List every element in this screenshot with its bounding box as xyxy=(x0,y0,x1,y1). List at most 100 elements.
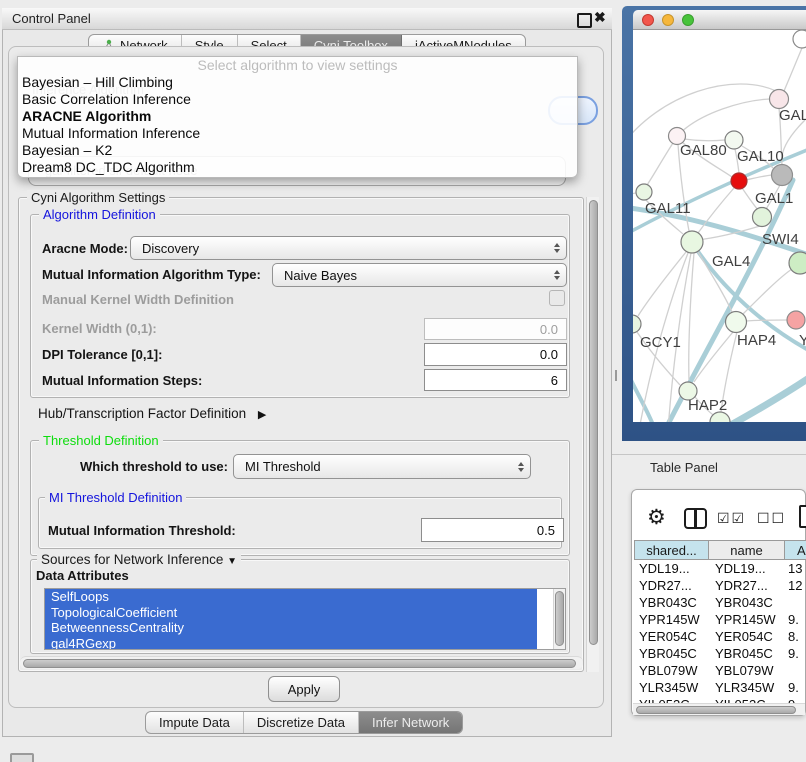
table-cell: 9. xyxy=(785,680,806,695)
algorithm-option[interactable]: Bayesian – K2 xyxy=(18,142,577,159)
dpi-tolerance-input[interactable]: 0.0 xyxy=(424,343,567,366)
dropdown-option-list: Bayesian – Hill ClimbingBasic Correlatio… xyxy=(18,74,577,176)
mac-minimize-icon[interactable] xyxy=(662,14,674,26)
attribute-option[interactable]: TopologicalCoefficient xyxy=(45,605,537,621)
algorithm-option[interactable]: Bayesian – Hill Climbing xyxy=(18,74,577,91)
algorithm-option[interactable]: Mutual Information Inference xyxy=(18,125,577,142)
stepper-icon xyxy=(554,270,560,280)
table-row[interactable]: YBL079WYBL079W xyxy=(634,662,806,679)
manual-kernel-width-checkbox[interactable] xyxy=(549,290,565,306)
collapsed-panel-icon[interactable] xyxy=(10,753,34,762)
column-header-label: A xyxy=(797,543,806,558)
network-node[interactable] xyxy=(726,312,747,333)
tab-discretize-data[interactable]: Discretize Data xyxy=(244,712,359,733)
network-graph[interactable]: GALGAL80GAL10GAL1GAL11GAL4SWI4GCY1HAP4YH… xyxy=(633,30,806,422)
table-row[interactable]: YIL052CYIL052C9. xyxy=(634,696,806,703)
mi-steps-value: 6 xyxy=(551,373,558,388)
table-row[interactable]: YER054CYER054C8. xyxy=(634,628,806,645)
gear-icon[interactable]: ⚙ xyxy=(647,505,666,530)
column-header-label: shared... xyxy=(646,543,697,558)
control-panel-titlebar[interactable]: Control Panel xyxy=(2,8,612,30)
float-window-icon[interactable] xyxy=(577,13,592,28)
table-cell: 8. xyxy=(785,629,806,644)
deselect-all-checks-icon[interactable]: ☐☐ xyxy=(757,510,786,527)
close-icon[interactable]: ✖ xyxy=(594,9,606,26)
network-edge xyxy=(684,139,725,141)
network-node[interactable] xyxy=(633,315,641,333)
sources-group-title[interactable]: Sources for Network Inference ▼ xyxy=(37,552,241,567)
table-row[interactable]: YBR045CYBR045C9. xyxy=(634,645,806,662)
table-row[interactable]: YDL19...YDL19...13 xyxy=(634,560,806,577)
table-row[interactable]: YDR27...YDR27...12 xyxy=(634,577,806,594)
collapse-down-icon: ▼ xyxy=(227,556,237,567)
dpi-tolerance-label: DPI Tolerance [0,1]: xyxy=(42,347,162,362)
network-node[interactable] xyxy=(787,311,805,329)
table-row[interactable]: YLR345WYLR345W9. xyxy=(634,679,806,696)
node-label: GAL10 xyxy=(737,148,784,165)
network-node[interactable] xyxy=(793,30,806,48)
which-threshold-label: Which threshold to use: xyxy=(60,459,228,474)
which-threshold-value: MI Threshold xyxy=(245,459,321,474)
hub-definition-toggle[interactable]: Hub/Transcription Factor Definition ▶ xyxy=(38,406,266,421)
expand-right-icon: ▶ xyxy=(258,409,266,421)
select-all-checks-icon[interactable]: ☑☑ xyxy=(717,510,746,527)
cyni-mode-tabs: Impute Data Discretize Data Infer Networ… xyxy=(145,711,463,734)
table-horizontal-scrollbar[interactable] xyxy=(633,703,805,715)
network-node[interactable] xyxy=(753,208,772,227)
mi-algorithm-type-label: Mutual Information Algorithm Type: xyxy=(42,267,261,282)
network-canvas[interactable]: GALGAL80GAL10GAL1GAL11GAL4SWI4GCY1HAP4YH… xyxy=(633,30,806,422)
column-header-partial[interactable]: A xyxy=(785,540,806,560)
mac-zoom-icon[interactable] xyxy=(682,14,694,26)
attribute-list-scrollbar[interactable] xyxy=(553,589,565,649)
algorithm-option[interactable]: Basic Correlation Inference xyxy=(18,91,577,108)
network-edge xyxy=(638,252,686,316)
attribute-option[interactable]: SelfLoops xyxy=(45,589,537,605)
network-node[interactable] xyxy=(731,173,747,189)
mi-algorithm-type-select[interactable]: Naive Bayes xyxy=(272,263,567,287)
node-label: Y xyxy=(799,332,806,349)
tab-impute-data[interactable]: Impute Data xyxy=(146,712,244,733)
node-label: GAL11 xyxy=(645,200,691,217)
attribute-option[interactable]: BetweennessCentrality xyxy=(45,620,537,636)
which-threshold-select[interactable]: MI Threshold xyxy=(233,454,531,479)
node-label: GAL80 xyxy=(680,142,727,159)
mi-threshold-label: Mutual Information Threshold: xyxy=(48,523,236,538)
algorithm-option[interactable]: ARACNE Algorithm xyxy=(18,108,577,125)
column-header-name[interactable]: name xyxy=(709,540,785,560)
tab-infer-network[interactable]: Infer Network xyxy=(359,712,462,733)
aracne-mode-value: Discovery xyxy=(142,241,199,256)
apply-button-label: Apply xyxy=(288,682,321,697)
aracne-mode-select[interactable]: Discovery xyxy=(130,236,567,260)
network-node[interactable] xyxy=(789,252,806,274)
table-cell: YDL19... xyxy=(634,561,709,576)
table-cell: YBR045C xyxy=(634,646,709,661)
network-window-titlebar[interactable] xyxy=(633,10,806,30)
table-cell: YBR043C xyxy=(709,595,785,610)
mi-threshold-input[interactable]: 0.5 xyxy=(421,518,564,542)
data-attributes-list[interactable]: SelfLoopsTopologicalCoefficientBetweenne… xyxy=(44,588,566,650)
table-row[interactable]: YPR145WYPR145W9. xyxy=(634,611,806,628)
export-table-icon[interactable] xyxy=(799,505,806,528)
network-node[interactable] xyxy=(770,90,789,109)
apply-button[interactable]: Apply xyxy=(268,676,340,702)
hub-definition-label: Hub/Transcription Factor Definition xyxy=(38,406,246,421)
network-node[interactable] xyxy=(772,165,793,186)
network-edge xyxy=(633,370,657,422)
kernel-width-input[interactable]: 0.0 xyxy=(424,318,567,340)
node-label: GAL1 xyxy=(755,190,793,207)
attribute-option[interactable]: gal4RGexp xyxy=(45,636,537,651)
mi-steps-input[interactable]: 6 xyxy=(424,369,567,391)
split-columns-icon[interactable] xyxy=(684,508,707,529)
network-edge xyxy=(743,269,792,314)
column-header-shared-name[interactable]: shared... xyxy=(634,540,709,560)
manual-kernel-width-label: Manual Kernel Width Definition xyxy=(42,292,234,307)
table-row[interactable]: YBR043CYBR043C xyxy=(634,594,806,611)
network-node[interactable] xyxy=(681,231,703,253)
network-node[interactable] xyxy=(725,131,743,149)
mac-close-icon[interactable] xyxy=(642,14,654,26)
network-node[interactable] xyxy=(636,184,652,200)
algorithm-option[interactable]: Dream8 DC_TDC Algorithm xyxy=(18,159,577,176)
settings-horizontal-scrollbar[interactable] xyxy=(20,656,583,669)
table-panel-title: Table Panel xyxy=(650,460,718,475)
settings-vertical-scrollbar[interactable] xyxy=(586,197,599,672)
